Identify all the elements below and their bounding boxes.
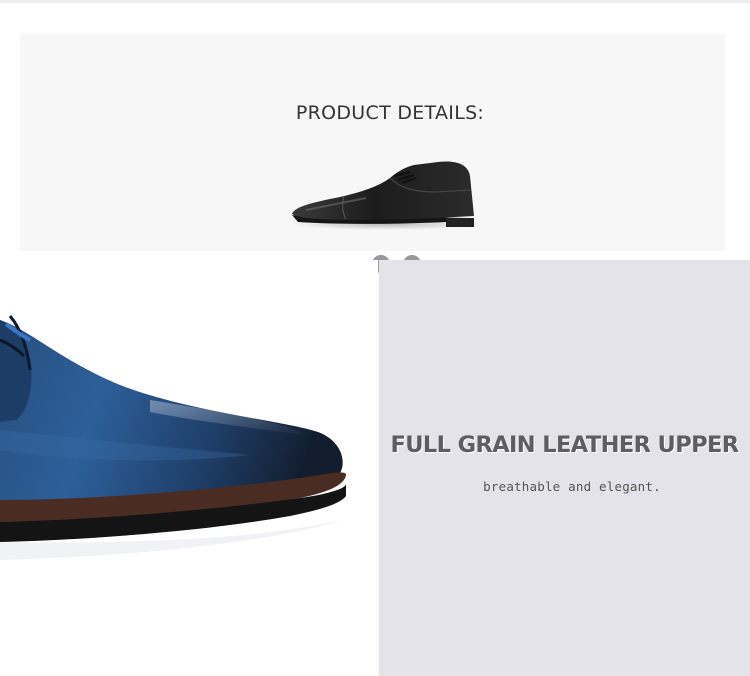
feature-title: FULL GRAIN LEATHER UPPER — [390, 432, 739, 458]
top-divider — [0, 0, 750, 3]
product-details-title: PRODUCT DETAILS: — [295, 102, 485, 124]
feature-panel: FULL GRAIN LEATHER UPPER breathable and … — [379, 260, 750, 676]
product-thumbnail-shoe-image[interactable] — [286, 152, 482, 232]
feature-subtitle: breathable and elegant. — [483, 479, 661, 494]
blue-leather-shoe-closeup-image — [0, 315, 346, 560]
product-details-panel: PRODUCT DETAILS: — [20, 34, 725, 273]
shoe-closeup-image-panel — [0, 260, 378, 676]
